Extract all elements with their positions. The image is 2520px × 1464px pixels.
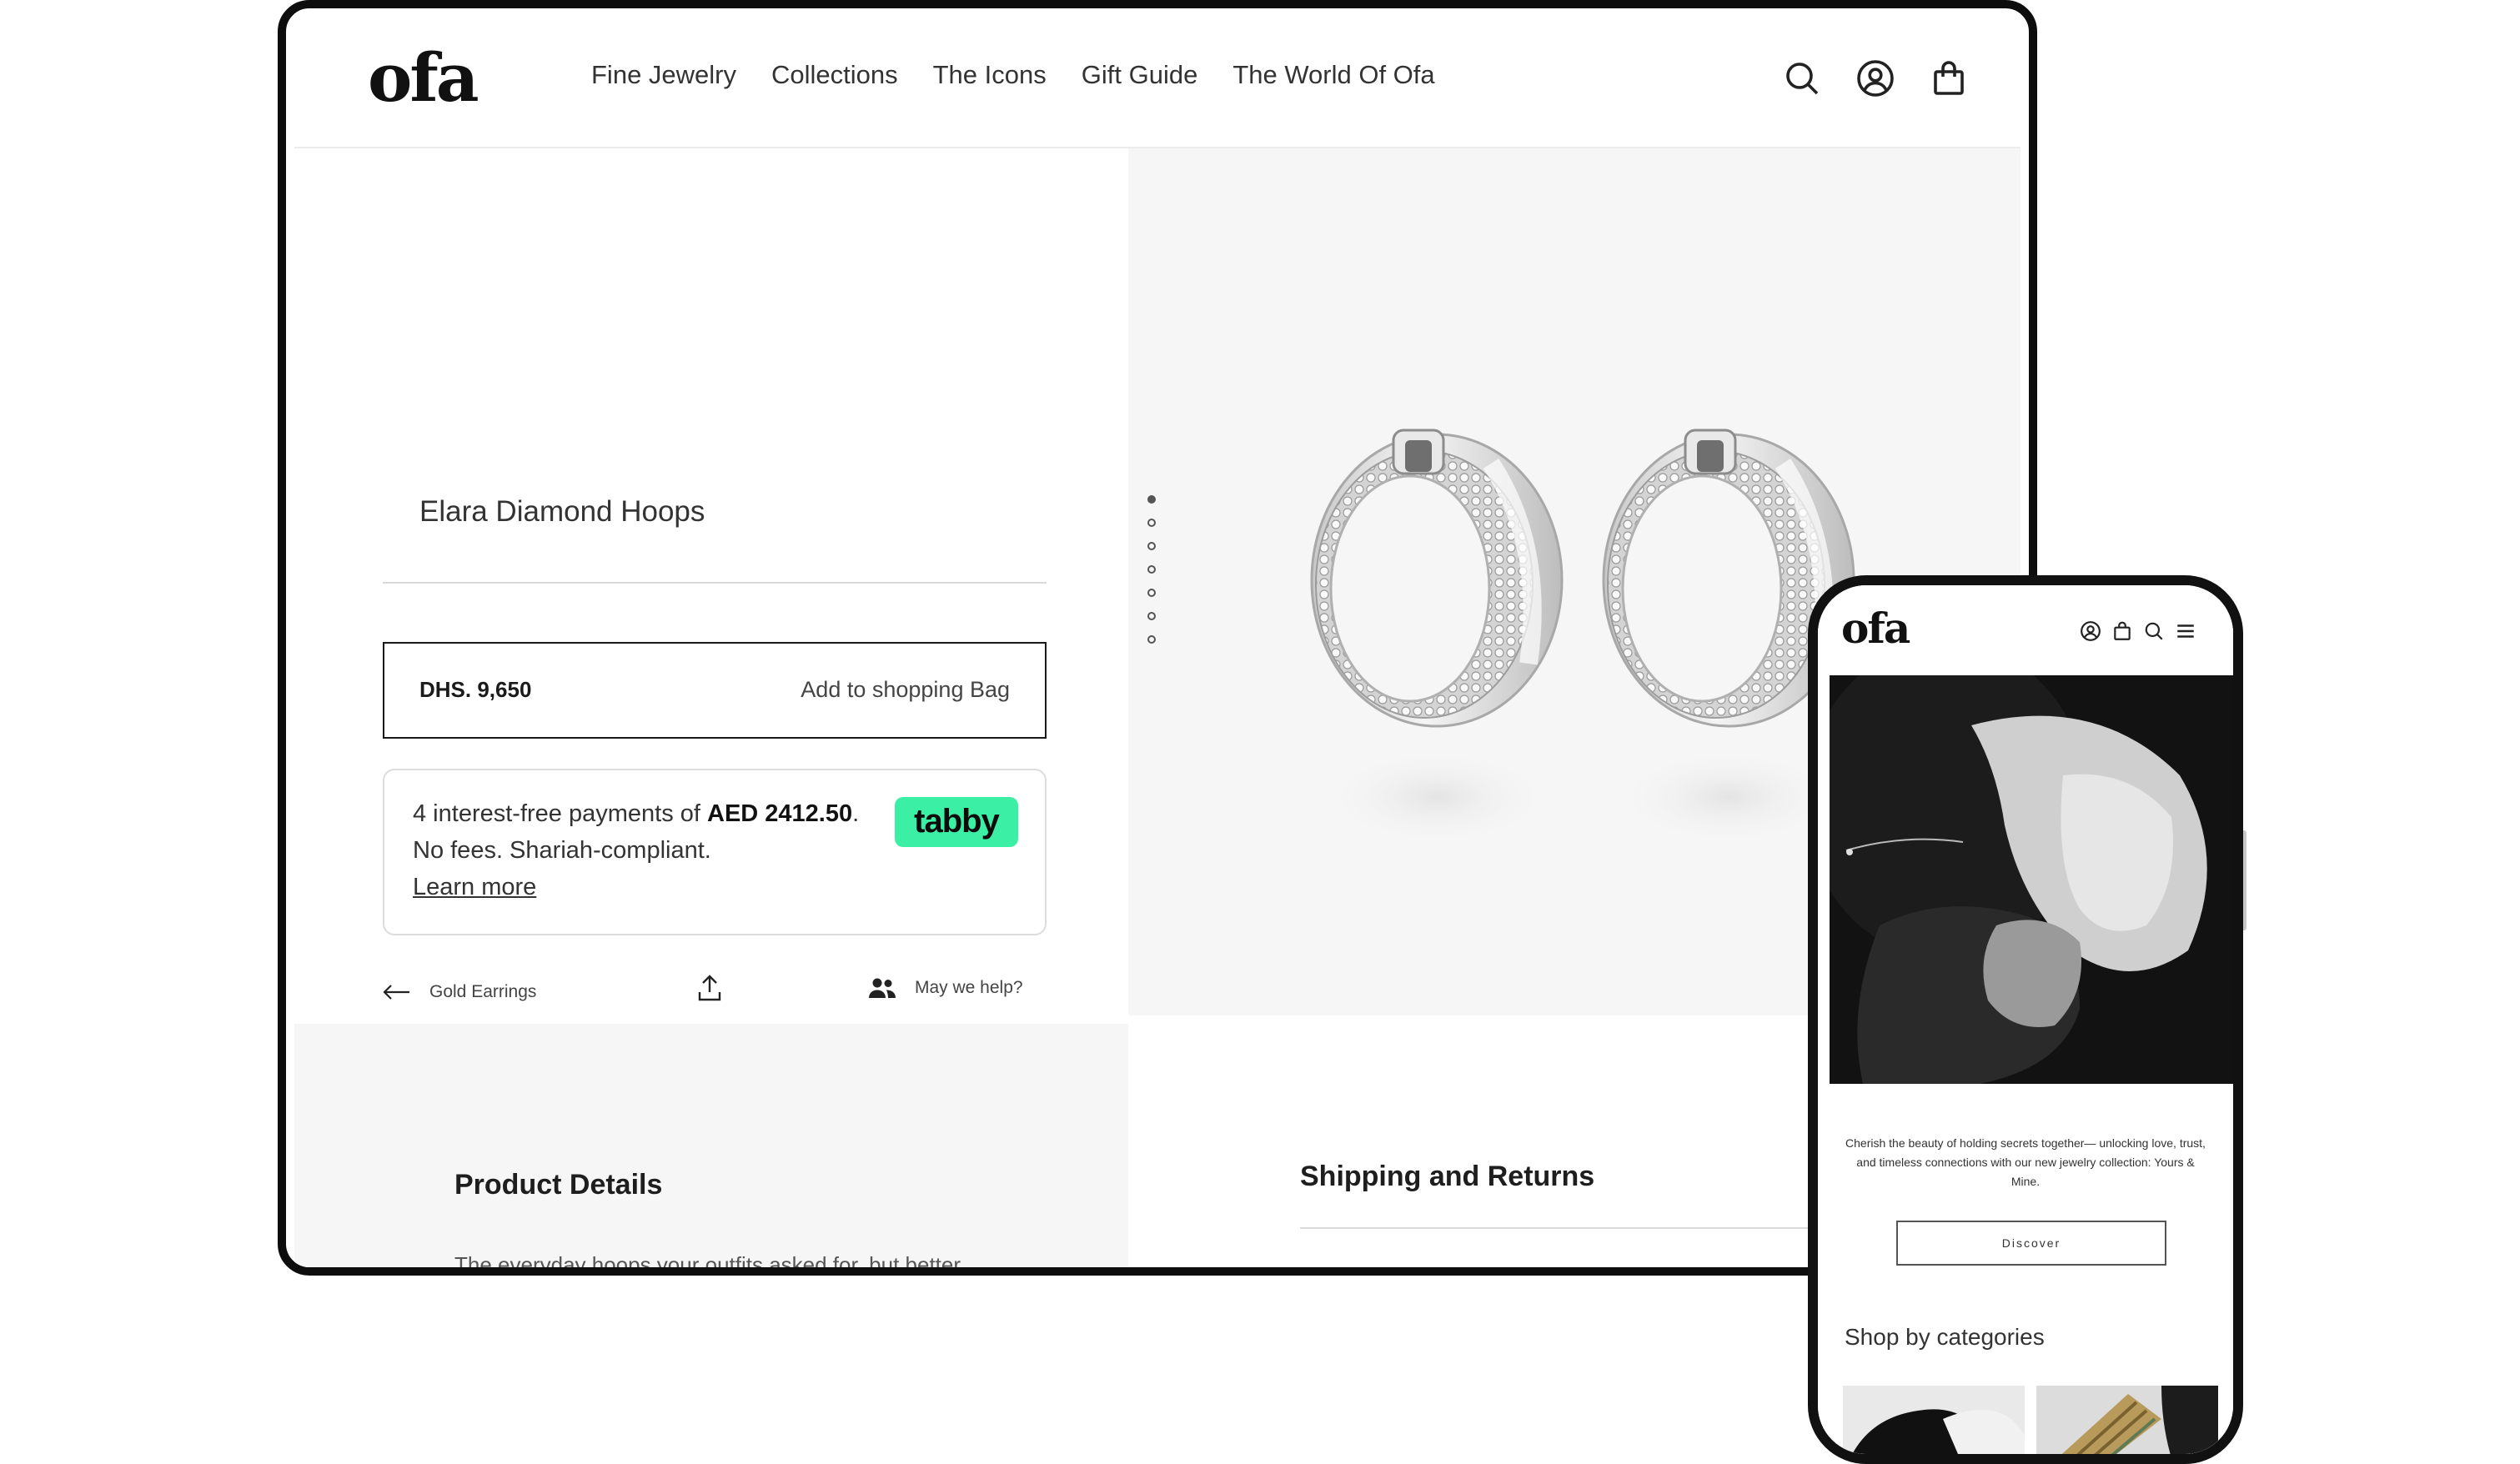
gallery-pagination [1147,495,1156,644]
gallery-dot[interactable] [1147,565,1156,574]
category-image [1843,1386,2025,1454]
shopping-bag-icon[interactable] [2111,620,2133,642]
product-details-section [294,1024,1128,1267]
search-icon[interactable] [1782,58,1822,98]
gallery-dot[interactable] [1147,635,1156,644]
account-icon[interactable] [2080,620,2101,642]
product-details-heading[interactable]: Product Details [454,1169,662,1201]
menu-icon[interactable] [2175,620,2196,642]
gallery-dot[interactable] [1147,542,1156,550]
mobile-header-icons [2080,620,2196,642]
gallery-dot[interactable] [1147,612,1156,620]
hero-image[interactable] [1830,675,2233,1084]
shipping-returns-heading[interactable]: Shipping and Returns [1300,1161,1594,1193]
tabby-text-before: 4 interest-free payments of [413,800,707,827]
site-header: ofa Fine Jewelry Collections The Icons G… [294,13,2021,148]
desktop-screen: ofa Fine Jewelry Collections The Icons G… [294,13,2021,1267]
category-card[interactable] [2036,1386,2218,1454]
search-icon[interactable] [2143,620,2165,642]
divider [383,582,1047,584]
add-to-bag-label: Add to shopping Bag [801,677,1010,702]
back-to-category-link[interactable]: Gold Earrings [383,982,536,1002]
tabby-installments-box: 4 interest-free payments of AED 2412.50.… [383,769,1047,935]
learn-more-link[interactable]: Learn more [413,874,536,900]
help-label: May we help? [915,978,1023,997]
share-button[interactable] [696,974,723,1002]
brand-logo[interactable]: ofa [368,38,479,117]
arrow-left-icon [383,985,409,1000]
product-title: Elara Diamond Hoops [419,495,705,528]
category-image [2036,1386,2218,1454]
nav-item-fine-jewelry[interactable]: Fine Jewelry [591,60,736,90]
tabby-logo: tabby [895,797,1018,847]
product-info-panel: Elara Diamond Hoops DHS. 9,650 Add to sh… [294,148,1128,1015]
people-icon [869,978,896,998]
help-link[interactable]: May we help? [868,977,1023,999]
brand-logo[interactable]: ofa [1841,604,1910,653]
tabby-text: 4 interest-free payments of AED 2412.50.… [413,795,863,905]
account-icon[interactable] [1855,58,1895,98]
nav-item-collections[interactable]: Collections [771,60,898,90]
desktop-device-frame: ofa Fine Jewelry Collections The Icons G… [278,0,2037,1276]
mobile-header: ofa [1818,585,2233,675]
main-nav: Fine Jewelry Collections The Icons Gift … [591,60,1435,90]
product-details-text: The everyday hoops your outfits asked fo… [454,1252,961,1267]
category-card[interactable] [1843,1386,2025,1454]
divider [1300,1227,1834,1229]
hero-caption: Cherish the beauty of holding secrets to… [1845,1136,2206,1188]
shop-by-categories-heading: Shop by categories [1845,1324,2045,1350]
earrings-product-image [1310,429,1855,847]
nav-item-the-icons[interactable]: The Icons [933,60,1047,90]
add-to-bag-button[interactable]: DHS. 9,650 Add to shopping Bag [383,642,1047,739]
tabby-amount: AED 2412.50 [707,800,853,827]
nav-item-gift-guide[interactable]: Gift Guide [1082,60,1198,90]
hero-photo-illustration [1830,675,2233,1084]
gallery-dot[interactable] [1147,589,1156,597]
product-price: DHS. 9,650 [419,677,532,702]
discover-button[interactable]: Discover [1896,1221,2166,1266]
nav-item-world-of-ofa[interactable]: The World Of Ofa [1232,60,1434,90]
header-icons [1782,58,1969,98]
gallery-dot[interactable] [1147,519,1156,527]
mobile-screen: ofa Cherish the beauty of holding secret… [1818,585,2233,1454]
back-label: Gold Earrings [429,982,537,1001]
gallery-dot[interactable] [1147,495,1156,504]
mobile-device-frame: ofa Cherish the beauty of holding secret… [1808,575,2243,1464]
shopping-bag-icon[interactable] [1929,58,1969,98]
share-icon [698,975,721,1001]
